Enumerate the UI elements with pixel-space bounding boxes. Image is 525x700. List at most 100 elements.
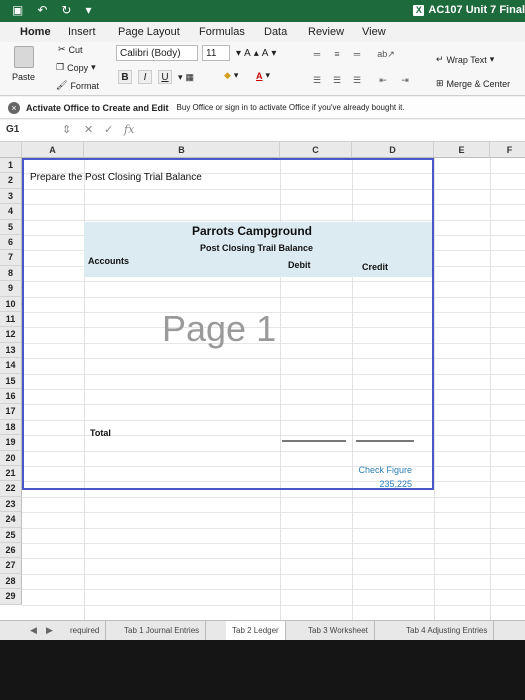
column-header-a[interactable]: A [22,142,84,158]
align-bottom-button[interactable]: ═ [350,48,364,60]
row-header[interactable]: 16 [0,389,22,405]
cut-button[interactable]: ✂ Cut [58,44,83,55]
row-header[interactable]: 19 [0,435,22,451]
row-header[interactable]: 21 [0,466,22,482]
row-header[interactable]: 12 [0,327,22,343]
underline-button[interactable]: U [158,70,172,84]
row-header[interactable]: 1 [0,158,22,174]
row-header[interactable]: 8 [0,265,22,282]
tab-formulas[interactable]: Formulas [199,26,245,38]
row-header[interactable]: 22 [0,481,22,497]
row-header[interactable]: 11 [0,312,22,328]
cancel-icon[interactable]: ✕ [84,123,93,136]
paste-icon[interactable] [14,46,34,68]
row-header[interactable]: 20 [0,450,22,466]
sheet-tab-journal[interactable]: Tab 1 Journal Entries [118,621,207,640]
row-header[interactable]: 18 [0,419,22,436]
merge-center-button[interactable]: ⊞ Merge & Center [436,78,510,89]
chevron-down-icon: ▾ [178,72,183,82]
row-header[interactable]: 28 [0,573,22,590]
font-size-select[interactable]: 11 [202,45,230,61]
copy-button[interactable]: ❐ Copy ▾ [56,62,96,73]
stepper-icon[interactable]: ⇕ [62,123,71,136]
paste-button[interactable]: Paste [12,72,35,82]
quick-access-toolbar: ▣ ↶ ↻ ▾ [12,3,92,17]
row-header[interactable]: 4 [0,204,22,220]
row-header[interactable]: 6 [0,235,22,251]
document-title: X AC107 Unit 7 Final [413,4,525,16]
tab-page-layout[interactable]: Page Layout [118,26,180,38]
document-title-text: AC107 Unit 7 Final [428,4,525,16]
borders-icon: ▦ [185,72,195,82]
row-header[interactable]: 3 [0,188,22,205]
chevron-down-icon: ▾ [265,70,271,80]
tab-review[interactable]: Review [308,26,344,38]
row-gridline [22,527,525,529]
row-header[interactable]: 14 [0,358,22,374]
sheet-tab-required[interactable]: required [64,621,107,640]
row-header[interactable]: 17 [0,404,22,420]
row-header[interactable]: 27 [0,558,22,574]
font-color-button[interactable]: A ▾ [256,70,270,81]
grow-font-button[interactable]: A [244,48,251,59]
spreadsheet-grid[interactable]: A B C D E F 1 2 3 4 5 6 7 8 9 10 11 12 13 14 15 16 17 18 1… [0,142,525,620]
undo-icon[interactable]: ↶ [37,3,47,17]
row-header[interactable]: 25 [0,527,22,543]
previous-sheet-icon[interactable]: ◀ [30,625,37,636]
row-header[interactable]: 5 [0,219,22,235]
sheet-tab-ledger[interactable]: Tab 2 Ledger [226,621,286,640]
row-header[interactable]: 15 [0,373,22,389]
tab-data[interactable]: Data [264,26,287,38]
function-icon[interactable]: fx [124,123,134,136]
name-box[interactable]: G1 [6,124,46,138]
align-right-button[interactable]: ☰ [350,74,364,86]
select-all-corner[interactable] [0,142,22,158]
row-header[interactable]: 29 [0,589,22,605]
increase-indent-button[interactable]: ⇥ [398,74,412,86]
format-painter-button[interactable]: 🖌 Format [56,80,99,91]
italic-button[interactable]: I [138,70,152,84]
wrap-text-icon: ↵ [436,54,444,64]
row-gridline [22,573,525,575]
align-middle-button[interactable]: ≡ [330,48,344,60]
merge-center-label: Merge & Center [446,78,511,89]
decrease-indent-button[interactable]: ⇤ [376,74,390,86]
tab-home[interactable]: Home [20,26,51,38]
row-header[interactable]: 26 [0,543,22,559]
row-header[interactable]: 10 [0,296,22,312]
orientation-button[interactable]: ab↗ [376,48,396,60]
row-gridline [22,589,525,591]
column-header-d[interactable]: D [352,142,434,158]
row-header[interactable]: 23 [0,496,22,513]
row-header[interactable]: 2 [0,173,22,189]
column-header-f[interactable]: F [490,142,525,158]
borders-button[interactable]: ▾ ▦ [178,72,194,83]
chevron-down-icon: ▾ [489,54,495,64]
font-name-select[interactable]: Calibri (Body) [116,45,198,61]
wrap-text-button[interactable]: ↵ Wrap Text ▾ [436,54,494,65]
cut-label: Cut [68,44,83,55]
column-header-b[interactable]: B [84,142,280,158]
sheet-tab-adjusting[interactable]: Tab 4 Adjusting Entries [400,621,495,640]
redo-icon[interactable]: ↻ [61,3,71,17]
fill-color-button[interactable]: ◆ ▾ [224,70,238,81]
align-center-button[interactable]: ☰ [330,74,344,86]
row-header[interactable]: 7 [0,250,22,266]
tab-insert[interactable]: Insert [68,26,96,38]
save-icon[interactable]: ▣ [12,3,23,17]
column-header-e[interactable]: E [434,142,490,158]
tab-view[interactable]: View [362,26,386,38]
next-sheet-icon[interactable]: ▶ [46,625,53,636]
row-header[interactable]: 9 [0,281,22,297]
confirm-icon[interactable]: ✓ [104,123,113,136]
sheet-tab-worksheet[interactable]: Tab 3 Worksheet [302,621,375,640]
row-header[interactable]: 24 [0,512,22,528]
row-header[interactable]: 13 [0,342,22,359]
bold-button[interactable]: B [118,70,132,84]
customize-toolbar-icon[interactable]: ▾ [85,3,91,17]
column-header-c[interactable]: C [280,142,352,158]
align-left-button[interactable]: ☰ [310,74,324,86]
align-top-button[interactable]: ═ [310,48,324,60]
chevron-down-icon: ▾ [233,70,239,80]
shrink-font-button[interactable]: A [262,48,269,59]
